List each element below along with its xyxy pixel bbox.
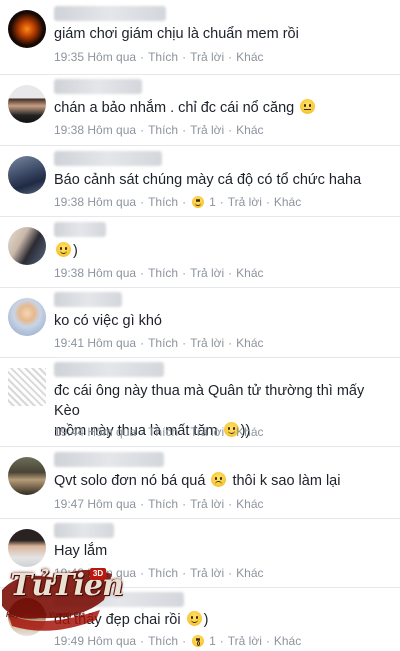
reaction-count[interactable]: 1 (190, 634, 216, 648)
avatar[interactable] (8, 457, 46, 495)
comment-text: Hay lắm (54, 543, 108, 559)
reply-button[interactable]: Trả lời (190, 425, 224, 439)
comment-text: chán a bảo nhắm . chỉ đc cái nổ căng (54, 98, 390, 118)
comment-item: giám chơi giám chịu là chuẩn mem rồi 19:… (0, 0, 400, 75)
reaction-count[interactable]: 1 (190, 195, 216, 209)
comment-item: Báo cảnh sát chúng mày cá độ có tổ chức … (0, 146, 400, 217)
comment-meta: 19:38 Hôm qua · Thích · 1 · Trả lời · Khác (54, 195, 302, 209)
comment-time: 19:47 Hôm qua (54, 497, 137, 511)
more-button[interactable]: Khác (274, 634, 301, 648)
avatar[interactable] (8, 156, 46, 194)
comment-meta: 19:35 Hôm qua · Thích · Trả lời · Khác (54, 50, 264, 64)
avatar[interactable] (8, 368, 46, 406)
avatar[interactable] (8, 298, 46, 336)
more-button[interactable]: Khác (236, 336, 263, 350)
avatar[interactable] (8, 85, 46, 123)
comment-text: Qvt solo đơn nó bá quá thôi k sao làm lạ… (54, 472, 341, 489)
like-button[interactable]: Thích (148, 266, 178, 280)
like-button[interactable]: Thích (148, 123, 178, 137)
comment-item: Qvt solo đơn nó bá quá thôi k sao làm lạ… (0, 447, 400, 519)
reply-button[interactable]: Trả lời (228, 634, 262, 648)
comment-meta: 19:38 Hôm qua · Thích · Trả lời · Khác (54, 266, 264, 280)
avatar[interactable] (8, 227, 46, 265)
commenter-name-blurred[interactable] (54, 151, 162, 166)
comment-time: 19:35 Hôm qua (54, 50, 137, 64)
commenter-name-blurred[interactable] (54, 523, 114, 538)
comment-text: ) (54, 241, 390, 261)
comment-time: 19:38 Hôm qua (54, 266, 137, 280)
more-button[interactable]: Khác (236, 425, 263, 439)
reply-button[interactable]: Trả lời (190, 336, 224, 350)
comment-time: 19:38 Hôm qua (54, 123, 137, 137)
comment-meta: 19:44 Hôm qua · Thích · Trả lời · Khác (54, 425, 264, 439)
reply-button[interactable]: Trả lời (190, 123, 224, 137)
reply-button[interactable]: Trả lời (190, 497, 224, 511)
logo-subtitle: Huyết Chiến Vương Giả (6, 612, 85, 619)
more-button[interactable]: Khác (236, 497, 263, 511)
comment-item: ) 19:38 Hôm qua · Thích · Trả lời · Khác (0, 217, 400, 288)
smile-icon (186, 611, 202, 626)
smile-icon (56, 242, 71, 257)
wow-reaction-icon (192, 635, 205, 647)
comment-text: giám chơi giám chịu là chuẩn mem rồi (54, 26, 299, 42)
reply-button[interactable]: Trả lời (190, 266, 224, 280)
reply-button[interactable]: Trả lời (190, 50, 224, 64)
like-button[interactable]: Thích (148, 634, 178, 648)
commenter-name-blurred[interactable] (54, 6, 166, 21)
comment-meta: 19:47 Hôm qua · Thích · Trả lời · Khác (54, 497, 264, 511)
more-button[interactable]: Khác (236, 266, 263, 280)
like-button[interactable]: Thích (148, 195, 178, 209)
like-button[interactable]: Thích (148, 50, 178, 64)
comment-time: 19:44 Hôm qua (54, 425, 137, 439)
more-button[interactable]: Khác (236, 123, 263, 137)
game-logo-watermark: TửTiên 3D Huyết Chiến Vương Giả (0, 560, 124, 651)
comment-text: ko có việc gì khó (54, 313, 162, 329)
commenter-name-blurred[interactable] (54, 362, 164, 377)
comment-time: 19:41 Hôm qua (54, 336, 137, 350)
reply-button[interactable]: Trả lời (228, 195, 262, 209)
avatar[interactable] (8, 10, 46, 48)
logo-badge: 3D (90, 568, 106, 580)
comment-item: đc cái ông này thua mà Quân tử thường th… (0, 358, 400, 447)
like-button[interactable]: Thích (148, 425, 178, 439)
like-button[interactable]: Thích (148, 497, 178, 511)
comment-time: 19:38 Hôm qua (54, 195, 137, 209)
more-button[interactable]: Khác (236, 566, 263, 580)
like-button[interactable]: Thích (148, 336, 178, 350)
sad-face-icon (211, 472, 227, 487)
like-button[interactable]: Thích (148, 566, 178, 580)
reply-button[interactable]: Trả lời (190, 566, 224, 580)
more-button[interactable]: Khác (274, 195, 301, 209)
comment-item: chán a bảo nhắm . chỉ đc cái nổ căng 19:… (0, 75, 400, 146)
neutral-face-icon (300, 99, 316, 114)
comment-item: ko có việc gì khó 19:41 Hôm qua · Thích · … (0, 288, 400, 358)
commenter-name-blurred[interactable] (54, 292, 122, 307)
comment-meta: 19:38 Hôm qua · Thích · Trả lời · Khác (54, 123, 264, 137)
commenter-name-blurred[interactable] (54, 452, 164, 467)
more-button[interactable]: Khác (236, 50, 263, 64)
comment-text: Báo cảnh sát chúng mày cá độ có tổ chức … (54, 172, 362, 188)
commenter-name-blurred[interactable] (54, 222, 106, 237)
commenter-name-blurred[interactable] (54, 79, 142, 94)
laugh-reaction-icon (192, 196, 205, 208)
comment-meta: 19:41 Hôm qua · Thích · Trả lời · Khác (54, 336, 264, 350)
